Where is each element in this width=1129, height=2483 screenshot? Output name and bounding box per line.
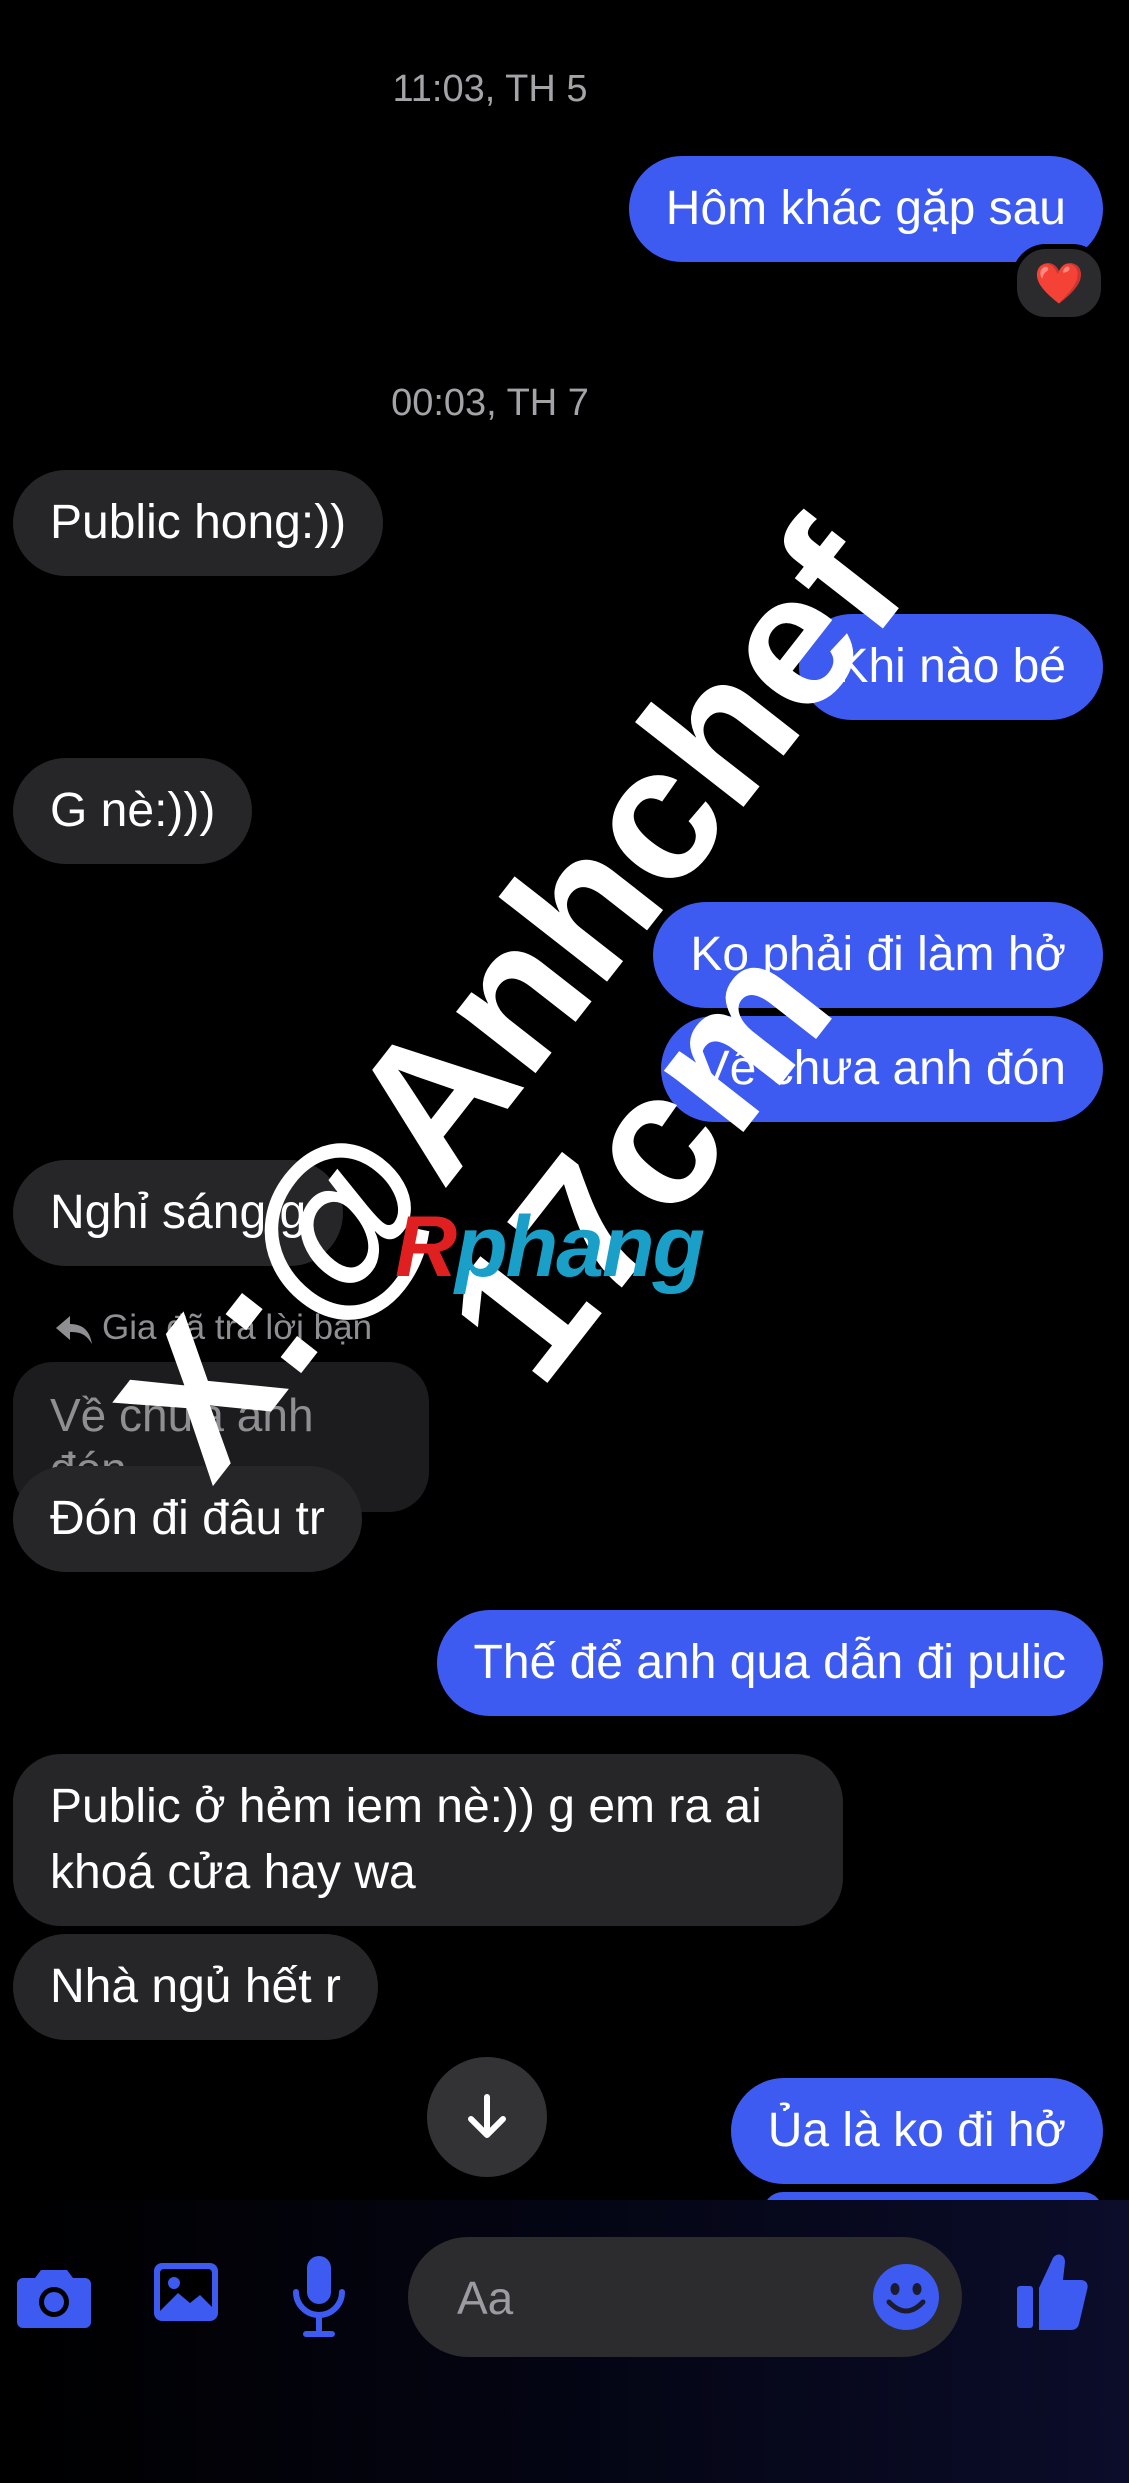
- scroll-to-bottom-button[interactable]: [427, 2057, 547, 2177]
- reply-note: Gia đã trả lời bạn: [54, 1306, 372, 1350]
- emoji-button[interactable]: [870, 2261, 942, 2333]
- thumbs-up-icon: [1017, 2254, 1088, 2330]
- logo-part-1: R: [395, 1199, 457, 1295]
- microphone-button[interactable]: [286, 2252, 352, 2340]
- reply-arrow-icon: [56, 1315, 92, 1344]
- message-incoming[interactable]: Nghỉ sáng g: [13, 1160, 344, 1266]
- message-outgoing[interactable]: Về chưa anh đón: [660, 1016, 1103, 1122]
- message-incoming[interactable]: G nè:))): [13, 758, 253, 864]
- message-input-box[interactable]: [408, 2237, 962, 2359]
- gallery-button[interactable]: [150, 2256, 222, 2328]
- camera-icon: [17, 2270, 91, 2328]
- message-outgoing[interactable]: Ủa là ko đi hở: [730, 2078, 1103, 2184]
- message-outgoing[interactable]: Khi nào bé: [799, 614, 1103, 720]
- reaction-badge[interactable]: ❤️: [1012, 244, 1106, 322]
- message-outgoing[interactable]: Thế để anh qua dẫn đi pulic: [436, 1610, 1103, 1716]
- microphone-icon: [293, 2256, 345, 2337]
- timestamp: 00:03, TH 7: [391, 382, 589, 424]
- message-incoming[interactable]: Public ở hẻm iem nè:)) g em ra ai khoá c…: [13, 1754, 843, 1926]
- message-incoming[interactable]: Đón đi đâu tr: [13, 1466, 362, 1572]
- reply-note-text: Gia đã trả lời bạn: [102, 1308, 373, 1347]
- arrow-down-icon: [468, 2094, 506, 2138]
- timestamp: 11:03, TH 5: [392, 68, 588, 110]
- message-outgoing[interactable]: Ko phải đi làm hở: [653, 902, 1103, 1008]
- watermark-logo: Rphang: [395, 1198, 705, 1297]
- heart-icon: ❤️: [1034, 261, 1084, 306]
- like-button[interactable]: [1012, 2250, 1092, 2334]
- camera-button[interactable]: [14, 2256, 94, 2340]
- logo-part-2: phang: [455, 1199, 705, 1295]
- gallery-icon: [154, 2263, 218, 2321]
- message-incoming[interactable]: Nhà ngủ hết r: [13, 1934, 378, 2040]
- message-input[interactable]: [455, 2237, 839, 2359]
- emoji-icon: [873, 2264, 939, 2330]
- message-incoming[interactable]: Public hong:)): [13, 470, 384, 576]
